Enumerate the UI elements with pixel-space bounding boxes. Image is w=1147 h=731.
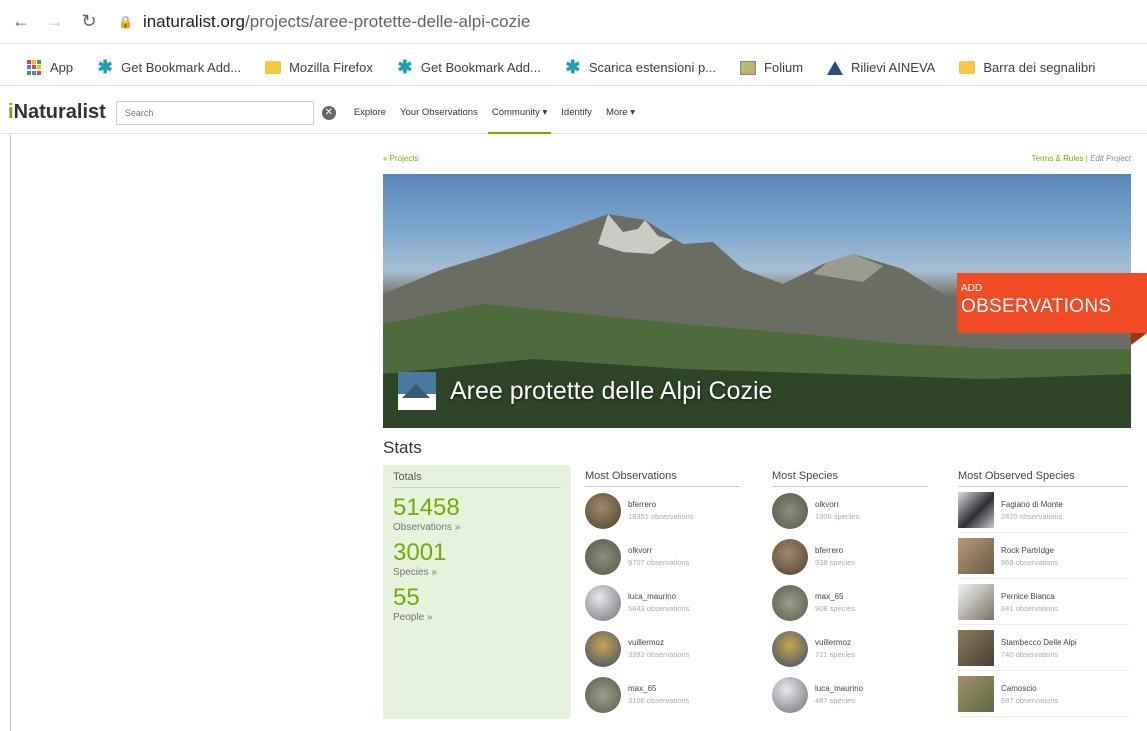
list-item[interactable]: olkvorr 9707 observations — [585, 534, 745, 579]
site-header: iNaturalist ✕ Explore Your Observations … — [0, 92, 1147, 134]
bookmark-label: Mozilla Firefox — [289, 60, 373, 75]
most-observations-column: Most Observations bferrero 18351 observat… — [585, 470, 745, 717]
species-photo — [958, 492, 994, 528]
page-divider — [10, 135, 11, 731]
most-observed-species-heading: Most Observed Species — [958, 470, 1128, 487]
browser-toolbar: ← → ↻ 🔒 inaturalist.org/projects/aree-pr… — [0, 0, 1147, 44]
bookmark-label: Barra dei segnalibri — [983, 60, 1096, 75]
add-observations-button[interactable]: ADD OBSERVATIONS — [957, 273, 1147, 333]
bookmark-label: Get Bookmark Add... — [121, 60, 242, 75]
people-link[interactable]: People » — [393, 612, 561, 623]
avatar — [585, 676, 621, 713]
most-observed-species-column: Most Observed Species Fagiano di Monte 24… — [958, 470, 1130, 717]
bookmark-barra-segnalibri[interactable]: Barra dei segnalibri — [959, 60, 1095, 75]
most-species-heading: Most Species — [772, 470, 928, 487]
avatar — [772, 492, 808, 529]
nav-more[interactable]: More ▾ — [606, 92, 635, 134]
list-item[interactable]: vuillermoz 721 species — [772, 626, 932, 671]
terms-link[interactable]: Terms & Rules — [1032, 154, 1084, 163]
species-total: 3001 — [393, 539, 447, 566]
bookmark-get-bookmark-2[interactable]: ✱ Get Bookmark Add... — [397, 57, 541, 77]
list-item[interactable]: olkvorr 1306 species — [772, 488, 932, 533]
species-photo — [958, 676, 994, 712]
bookmark-label: Rilievi AINEVA — [851, 60, 936, 75]
bookmark-folium[interactable]: Folium — [740, 60, 803, 75]
mountain-icon — [827, 60, 844, 75]
ribbon-fold — [1131, 333, 1147, 345]
people-total: 55 — [393, 584, 420, 611]
back-arrow-icon[interactable]: ← — [8, 9, 34, 35]
bookmarks-bar: App ✱ Get Bookmark Add... Mozilla Firefo… — [0, 50, 1147, 86]
bookmark-rilievi-aineva[interactable]: Rilievi AINEVA — [827, 60, 935, 75]
puzzle-star-icon: ✱ — [97, 57, 113, 77]
nav-community[interactable]: Community ▾ — [487, 92, 552, 134]
image-icon — [740, 60, 757, 75]
species-photo — [958, 584, 994, 620]
most-species-column: Most Species olkvorr 1306 species bferrer… — [772, 470, 932, 717]
avatar — [585, 630, 621, 667]
top-nav: Explore Your Observations Community ▾ Id… — [354, 92, 649, 134]
nav-your-observations[interactable]: Your Observations — [400, 92, 478, 134]
species-link[interactable]: Species » — [393, 567, 561, 578]
forward-arrow-icon[interactable]: → — [42, 9, 68, 35]
apps-grid-icon — [26, 59, 42, 76]
list-item[interactable]: luca_maurino 5843 observations — [585, 580, 745, 625]
avatar — [585, 492, 621, 529]
observations-link[interactable]: Observations » — [393, 522, 561, 533]
list-item[interactable]: luca_maurino 487 species — [772, 672, 932, 717]
avatar — [585, 538, 621, 575]
bookmark-label: Scarica estensioni p... — [588, 60, 717, 75]
bookmark-label: App — [50, 60, 74, 75]
search-clear-icon[interactable]: ✕ — [321, 105, 336, 120]
list-item[interactable]: Pernice Bianca 841 observations — [958, 580, 1130, 625]
avatar — [772, 630, 808, 667]
avatar — [772, 676, 808, 713]
bookmark-app[interactable]: App — [26, 59, 74, 76]
list-item[interactable]: vuillermoz 3392 observations — [585, 626, 745, 671]
breadcrumb-projects[interactable]: « Projects — [383, 154, 419, 163]
folder-icon — [959, 61, 976, 74]
list-item[interactable]: Stambecco Delle Alpi 740 observations — [958, 626, 1130, 671]
bookmark-get-bookmark-1[interactable]: ✱ Get Bookmark Add... — [97, 57, 242, 77]
list-item[interactable]: max_65 908 species — [772, 580, 932, 625]
species-photo — [958, 630, 994, 666]
search-input[interactable] — [115, 100, 314, 125]
list-item[interactable]: Camoscio 687 observations — [958, 672, 1130, 717]
totals-panel: Totals 51458 Observations » 3001 Species… — [383, 465, 571, 719]
lock-icon: 🔒 — [118, 14, 133, 29]
url-path: /projects/aree-protette-delle-alpi-cozie — [245, 11, 531, 31]
avatar — [772, 584, 808, 621]
nav-identify[interactable]: Identify — [561, 92, 592, 134]
project-icon — [398, 372, 436, 410]
totals-heading: Totals — [393, 471, 561, 488]
bookmark-label: Folium — [764, 60, 804, 75]
most-observations-heading: Most Observations — [585, 470, 741, 487]
avatar — [585, 584, 621, 621]
observations-total: 51458 — [393, 494, 460, 521]
list-item[interactable]: Fagiano di Monte 2470 observations — [958, 488, 1130, 533]
project-title: Aree protette delle Alpi Cozie — [450, 376, 773, 405]
puzzle-star-icon: ✱ — [565, 57, 581, 77]
species-photo — [958, 538, 994, 574]
folder-icon — [265, 61, 282, 74]
inaturalist-logo[interactable]: iNaturalist — [8, 101, 106, 124]
project-title-block: Aree protette delle Alpi Cozie — [398, 372, 772, 410]
list-item[interactable]: Rock Partridge 869 observations — [958, 534, 1130, 579]
address-bar[interactable]: 🔒 inaturalist.org/projects/aree-protette… — [118, 12, 530, 32]
bookmark-label: Get Bookmark Add... — [420, 60, 541, 75]
reload-icon[interactable]: ↻ — [76, 9, 102, 35]
edit-project-link[interactable]: Edit Project — [1090, 154, 1131, 163]
bookmark-scarica-estensioni[interactable]: ✱ Scarica estensioni p... — [565, 57, 717, 77]
stats-heading: Stats — [383, 438, 422, 457]
list-item[interactable]: bferrero 938 species — [772, 534, 932, 579]
bookmark-mozilla-firefox[interactable]: Mozilla Firefox — [265, 60, 373, 75]
list-item[interactable]: max_65 3106 observations — [585, 672, 745, 717]
puzzle-star-icon: ✱ — [397, 57, 413, 77]
nav-explore[interactable]: Explore — [354, 92, 386, 134]
url-host: inaturalist.org — [142, 11, 246, 31]
avatar — [772, 538, 808, 575]
list-item[interactable]: bferrero 18351 observations — [585, 488, 745, 533]
terms-links: Terms & Rules | Edit Project — [1031, 154, 1131, 163]
